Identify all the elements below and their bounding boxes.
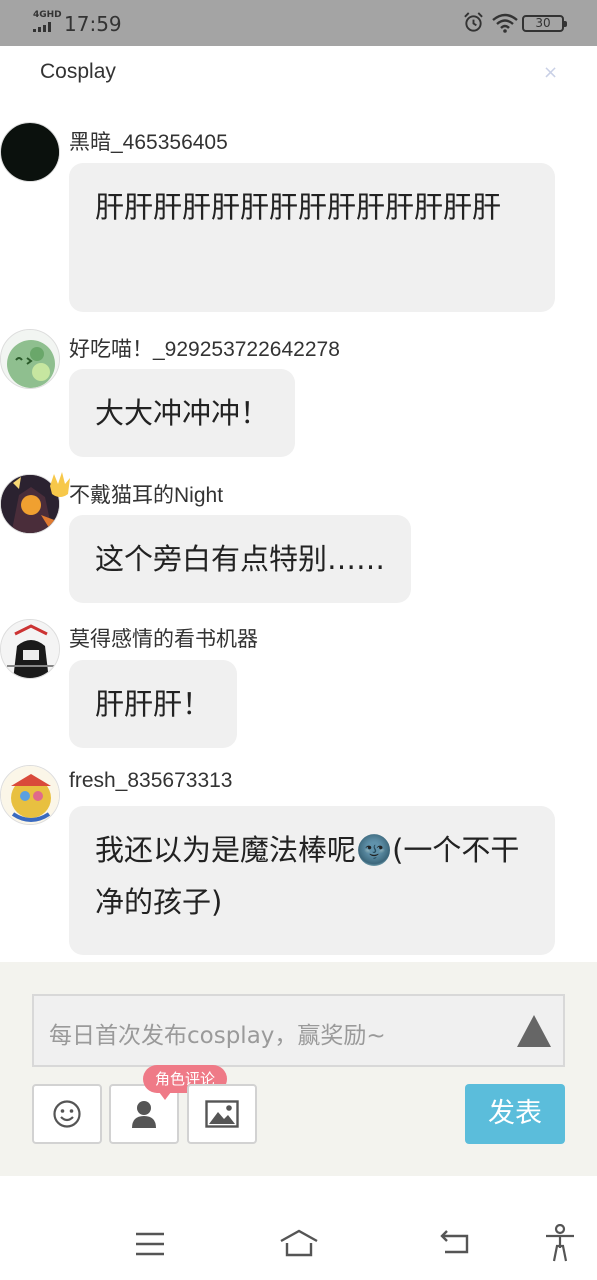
comment-username[interactable]: fresh_835673313 [69, 769, 232, 793]
page-title: Cosplay [40, 60, 116, 83]
avatar[interactable] [0, 122, 60, 182]
system-nav-bar [0, 1176, 597, 1280]
status-bar: 4GHD 17:59 30 [0, 0, 597, 46]
back-icon[interactable] [439, 1230, 471, 1258]
image-icon [205, 1100, 239, 1128]
comment-input[interactable]: 每日首次发布cosplay，赢奖励~ [32, 994, 565, 1067]
wifi-icon [492, 13, 518, 33]
comment-text: 肝肝肝肝肝肝肝肝肝肝肝肝肝肝 [69, 163, 555, 312]
triangle-icon[interactable] [517, 1015, 551, 1047]
comment-text: 大大冲冲冲！ [69, 369, 296, 457]
accessibility-icon[interactable] [544, 1224, 576, 1262]
comment-username[interactable]: 黑暗_465356405 [69, 126, 228, 156]
alarm-icon [464, 12, 483, 32]
clock: 17:59 [64, 12, 122, 36]
comment-composer: 每日首次发布cosplay，赢奖励~ 角色评论 发表 [0, 962, 597, 1176]
comment-username[interactable]: 不戴猫耳的Night [69, 479, 223, 509]
header: Cosplay × [0, 46, 597, 98]
avatar[interactable] [0, 765, 60, 825]
menu-icon[interactable] [135, 1231, 165, 1257]
smiley-icon [53, 1100, 81, 1128]
close-icon[interactable]: × [543, 62, 558, 83]
avatar[interactable] [0, 619, 60, 679]
comment-text: 我还以为是魔法棒呢🌚(一个不干净的孩子) [69, 806, 555, 955]
comment-text: 肝肝肝！ [69, 660, 238, 748]
battery-icon: 30 [522, 15, 567, 32]
signal-icon [33, 22, 57, 32]
comment-text: 这个旁白有点特别…… [69, 515, 412, 603]
emoji-button[interactable] [32, 1084, 102, 1144]
publish-button[interactable]: 发表 [465, 1084, 565, 1144]
image-button[interactable] [187, 1084, 257, 1144]
person-icon [132, 1101, 156, 1128]
comment-username[interactable]: 莫得感情的看书机器 [69, 623, 258, 653]
comment-username[interactable]: 好吃喵！_929253722642278 [69, 333, 340, 363]
avatar[interactable] [0, 329, 60, 389]
input-placeholder: 每日首次发布cosplay，赢奖励~ [49, 1023, 386, 1049]
network-type: 4GHD [33, 10, 62, 20]
home-icon[interactable] [279, 1228, 319, 1258]
